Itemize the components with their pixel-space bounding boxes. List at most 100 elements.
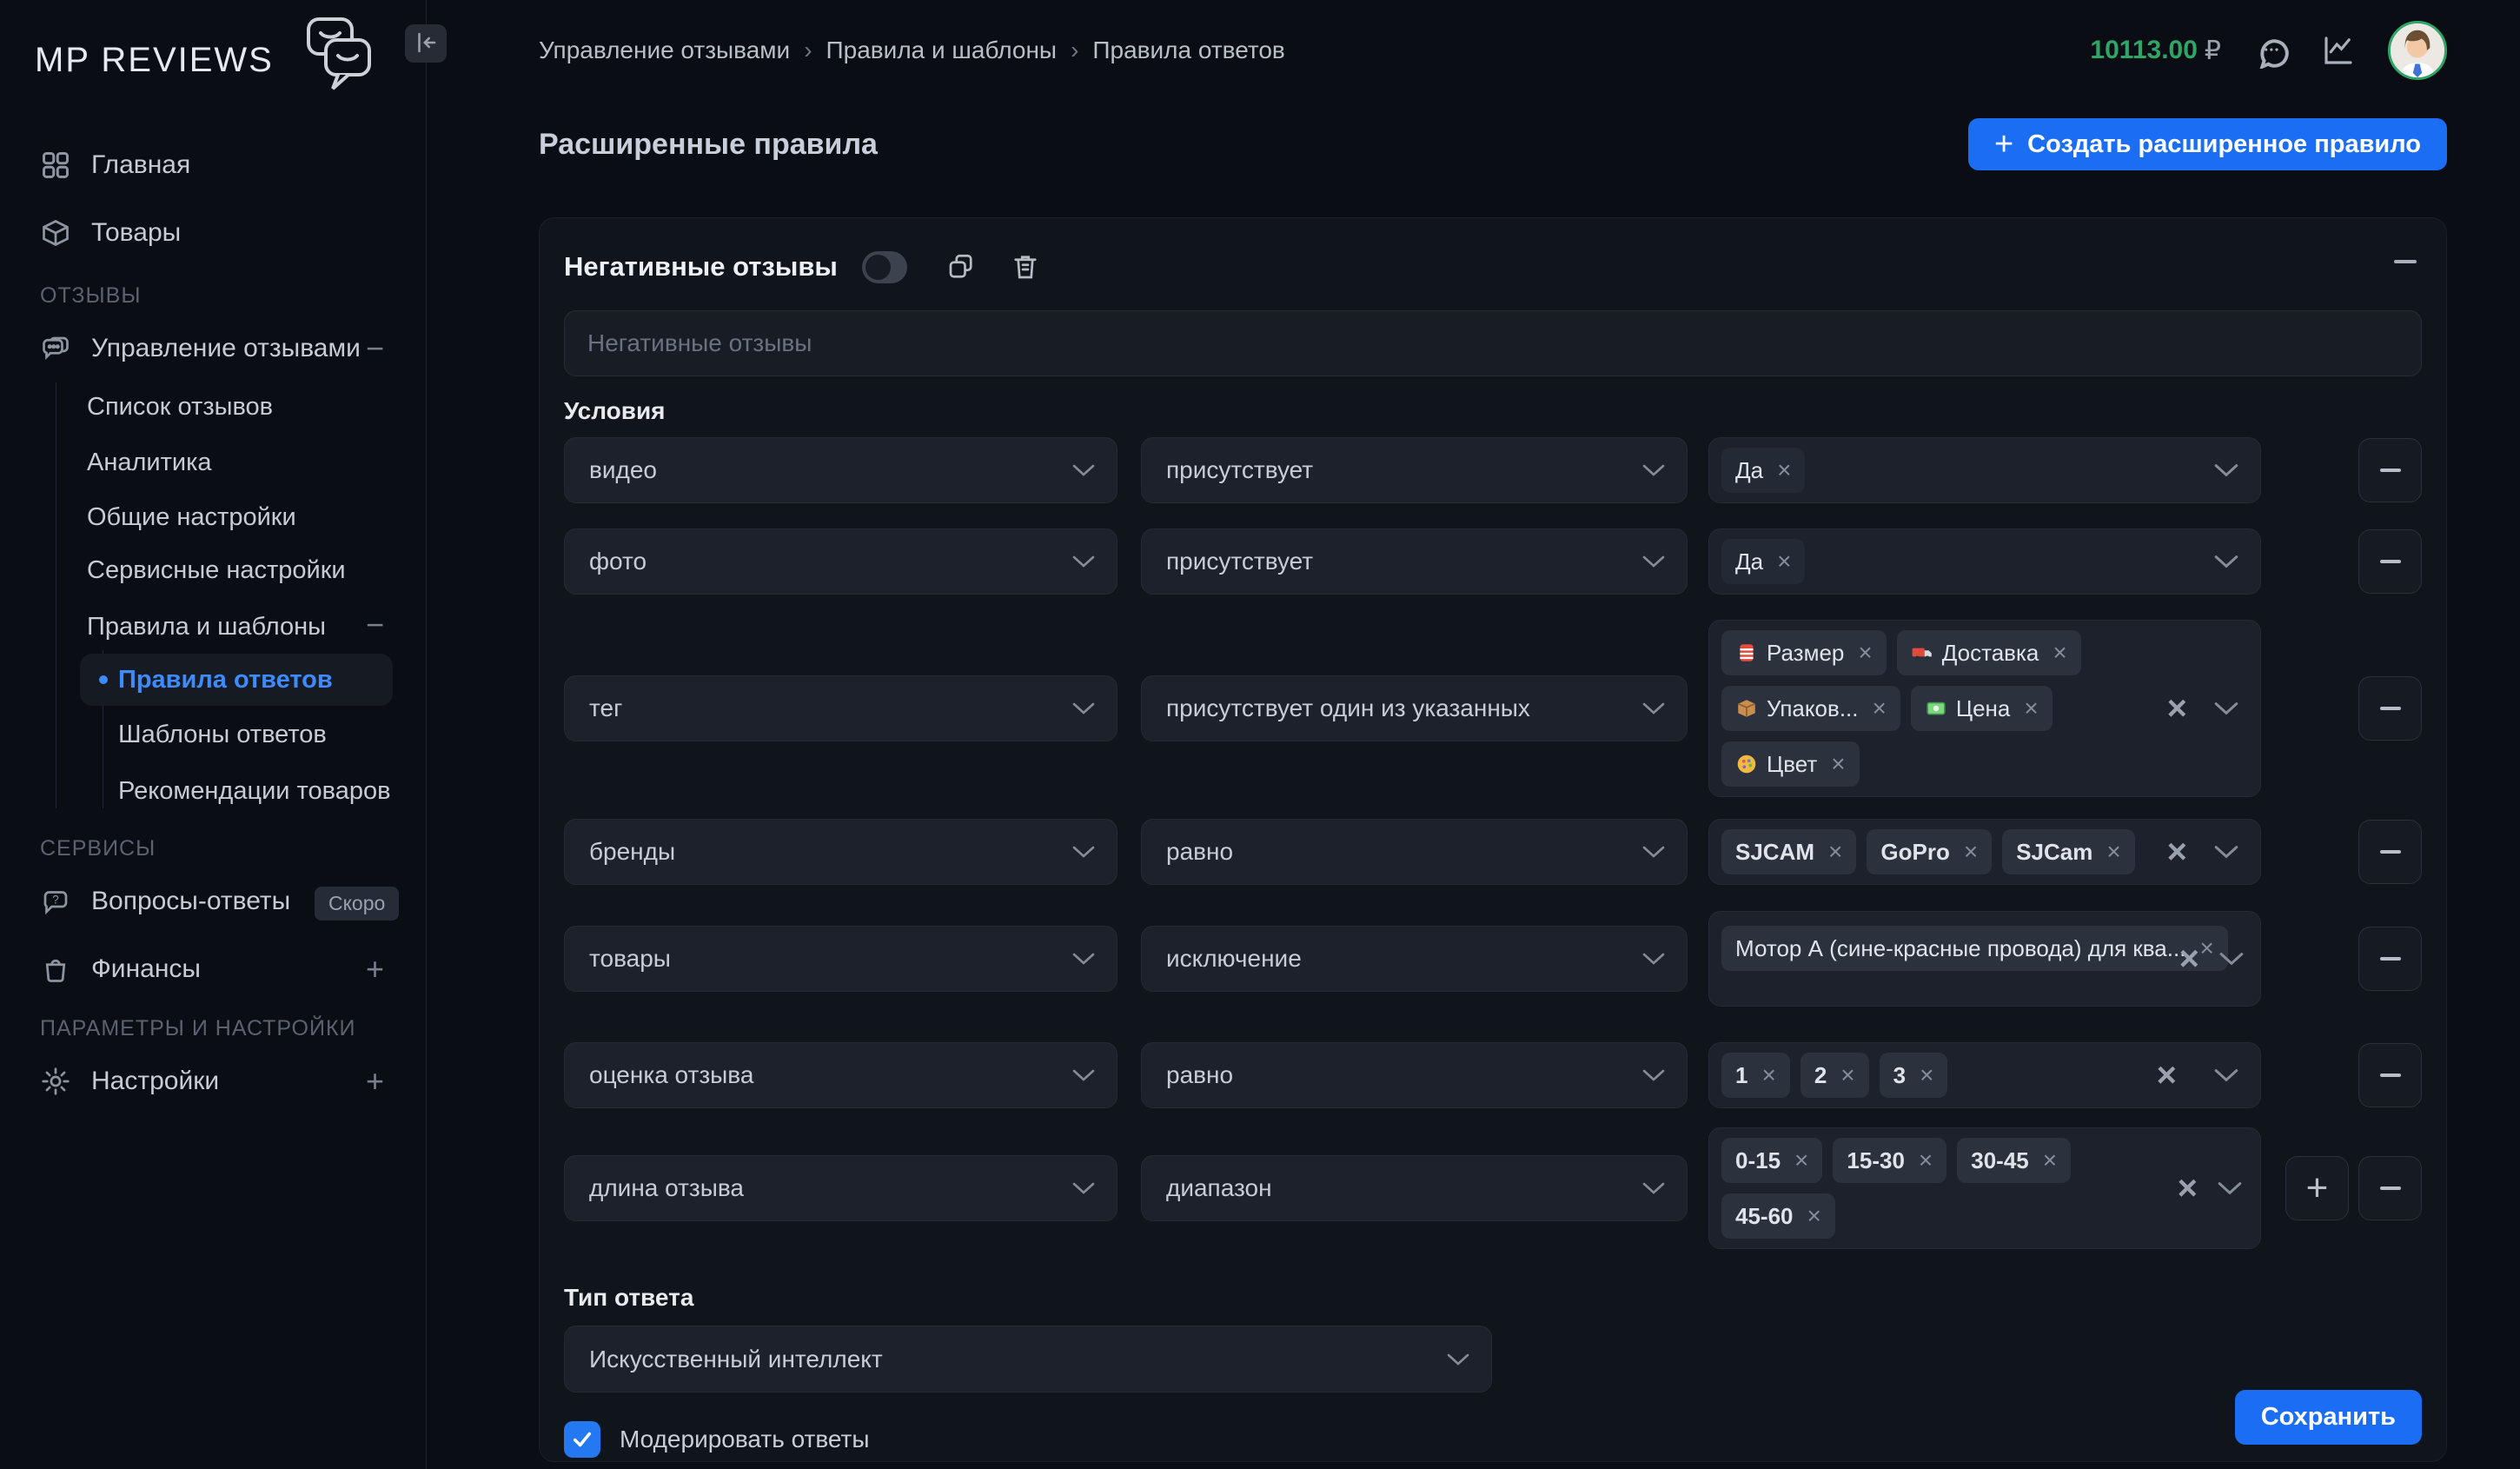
chevron-down-icon[interactable] (2213, 554, 2239, 569)
remove-tag-icon[interactable]: × (2043, 1148, 2057, 1173)
avatar[interactable] (2388, 21, 2447, 80)
chevron-down-icon[interactable] (2213, 1067, 2239, 1083)
remove-tag-icon[interactable]: × (1807, 1204, 1821, 1228)
remove-tag-icon[interactable]: × (1777, 549, 1791, 574)
sidebar-item-review-list[interactable]: Список отзывов (87, 393, 273, 422)
values-multiselect[interactable]: 0-15 × 15-30 × 30-45 × 45-60 (1708, 1127, 2261, 1249)
sidebar-item-settings[interactable]: Настройки + (0, 1059, 426, 1104)
field-select[interactable]: бренды (564, 819, 1117, 885)
field-select[interactable]: тег (564, 675, 1117, 741)
remove-tag-icon[interactable]: × (1777, 458, 1791, 482)
remove-tag-icon[interactable]: × (1831, 752, 1845, 776)
remove-tag-icon[interactable]: × (1920, 1063, 1933, 1087)
create-rule-button[interactable]: + Создать расширенное правило (1968, 118, 2447, 170)
remove-tag-icon[interactable]: × (1873, 696, 1887, 721)
remove-condition-button[interactable] (2358, 676, 2422, 741)
remove-tag-icon[interactable]: × (1794, 1148, 1808, 1173)
rule-card: Негативные отзывы Условия (539, 217, 2447, 1462)
values-multiselect[interactable]: Мотор А (сине-красные провода) для ква..… (1708, 911, 2261, 1007)
field-select[interactable]: товары (564, 926, 1117, 992)
operator-select[interactable]: присутствует один из указанных (1141, 675, 1688, 741)
chevron-down-icon[interactable] (2217, 1180, 2243, 1196)
remove-condition-button[interactable] (2358, 438, 2422, 502)
remove-tag-icon[interactable]: × (2024, 696, 2038, 721)
remove-condition-button[interactable] (2358, 1043, 2422, 1107)
expand-section-icon[interactable]: + (366, 954, 384, 985)
breadcrumb-rules-templates[interactable]: Правила и шаблоны (826, 37, 1058, 64)
field-select[interactable]: длина отзыва (564, 1155, 1117, 1221)
breadcrumb-reply-rules[interactable]: Правила ответов (1092, 37, 1284, 64)
collapse-sidebar-button[interactable] (405, 24, 447, 63)
moderate-row: Модерировать ответы (564, 1421, 2422, 1458)
trash-icon[interactable] (1010, 251, 1041, 282)
copy-icon[interactable] (945, 251, 977, 282)
collapse-card-icon[interactable] (2394, 260, 2417, 263)
sidebar-item-qa[interactable]: ? Вопросы-ответы Скоро (0, 879, 426, 924)
collapse-section-icon[interactable]: − (366, 609, 384, 641)
remove-tag-icon[interactable]: × (1964, 840, 1978, 864)
clear-values-icon[interactable]: × (2178, 1171, 2198, 1206)
save-button[interactable]: Сохранить (2235, 1390, 2422, 1445)
sidebar-item-finance[interactable]: Финансы + (0, 947, 426, 992)
clear-values-icon[interactable]: × (2157, 1058, 2177, 1093)
clear-values-icon[interactable]: × (2167, 834, 2187, 869)
sidebar-item-label: Управление отзывами (91, 334, 361, 363)
spacer (2285, 529, 2349, 594)
add-condition-button[interactable]: + (2285, 1156, 2349, 1220)
expand-section-icon[interactable]: + (366, 1066, 384, 1097)
sidebar-item-reply-rules[interactable]: Правила ответов (80, 654, 393, 706)
chevron-down-icon[interactable] (2213, 462, 2239, 478)
sidebar-item-rules-templates[interactable]: Правила и шаблоны − (0, 602, 426, 648)
collapse-section-icon[interactable]: − (366, 333, 384, 364)
sidebar-item-analytics[interactable]: Аналитика (87, 449, 212, 477)
remove-tag-icon[interactable]: × (2199, 936, 2213, 960)
field-select[interactable]: фото (564, 528, 1117, 595)
values-multiselect[interactable]: SJCAM × GoPro × SJCam × × (1708, 819, 2261, 885)
sidebar-item-product-recommendations[interactable]: Рекомендации товаров (80, 765, 393, 817)
field-select[interactable]: видео (564, 437, 1117, 503)
reply-type-select[interactable]: Искусственный интеллект (564, 1326, 1492, 1393)
operator-select[interactable]: равно (1141, 819, 1688, 885)
chevron-down-icon[interactable] (2218, 951, 2245, 967)
values-multiselect[interactable]: Размер × Доставка × Упаков... × (1708, 620, 2261, 797)
values-multiselect[interactable]: Да × (1708, 528, 2261, 595)
chevron-down-icon[interactable] (2213, 844, 2239, 860)
remove-condition-button[interactable] (2358, 529, 2422, 594)
balance-amount[interactable]: 10113.00 (2090, 36, 2197, 65)
rule-name-input[interactable] (564, 310, 2422, 376)
sidebar-item-home[interactable]: Главная (0, 143, 426, 188)
chevron-down-icon[interactable] (2213, 701, 2239, 716)
remove-tag-icon[interactable]: × (1828, 840, 1842, 864)
clear-values-icon[interactable]: × (2179, 941, 2199, 976)
rule-enabled-toggle[interactable] (862, 251, 907, 283)
field-select[interactable]: оценка отзыва (564, 1042, 1117, 1108)
remove-tag-icon[interactable]: × (2106, 840, 2120, 864)
operator-select[interactable]: диапазон (1141, 1155, 1688, 1221)
clear-values-icon[interactable]: × (2167, 691, 2187, 726)
remove-condition-button[interactable] (2358, 820, 2422, 884)
breadcrumb-review-management[interactable]: Управление отзывами (539, 37, 790, 64)
values-multiselect[interactable]: Да × (1708, 437, 2261, 503)
logo[interactable]: MP REVIEWS (35, 24, 376, 96)
sidebar-item-general-settings[interactable]: Общие настройки (87, 503, 296, 532)
operator-select[interactable]: равно (1141, 1042, 1688, 1108)
sidebar-item-reply-templates[interactable]: Шаблоны ответов (80, 708, 393, 761)
remove-condition-button[interactable] (2358, 1156, 2422, 1220)
operator-select[interactable]: присутствует (1141, 437, 1688, 503)
analytics-chart-icon[interactable] (2320, 32, 2357, 69)
sidebar-item-products[interactable]: Товары (0, 210, 426, 256)
remove-tag-icon[interactable]: × (1840, 1063, 1854, 1087)
operator-select[interactable]: исключение (1141, 926, 1688, 992)
sidebar-item-review-management[interactable]: Управление отзывами − (0, 326, 426, 371)
moderate-checkbox[interactable] (564, 1421, 600, 1458)
main-area: Управление отзывами › Правила и шаблоны … (426, 0, 2520, 1469)
remove-tag-icon[interactable]: × (1761, 1063, 1775, 1087)
operator-select[interactable]: присутствует (1141, 528, 1688, 595)
chat-bubble-icon[interactable] (2252, 32, 2289, 69)
values-multiselect[interactable]: 1 × 2 × 3 × × (1708, 1042, 2261, 1108)
sidebar-item-service-settings[interactable]: Сервисные настройки (87, 556, 346, 585)
remove-tag-icon[interactable]: × (1858, 641, 1872, 665)
remove-tag-icon[interactable]: × (2052, 641, 2066, 665)
remove-tag-icon[interactable]: × (1919, 1148, 1933, 1173)
remove-condition-button[interactable] (2358, 927, 2422, 991)
